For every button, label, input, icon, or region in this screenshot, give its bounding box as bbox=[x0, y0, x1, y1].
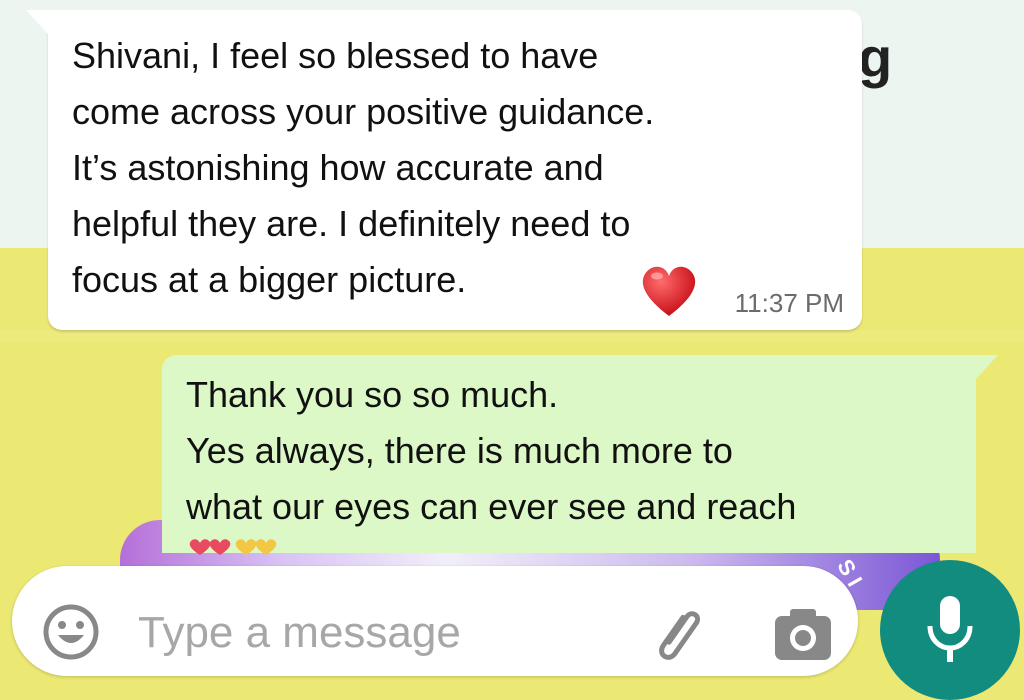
message-line: come across your positive guidance. bbox=[72, 91, 655, 132]
emoji-icon[interactable] bbox=[42, 603, 100, 661]
heart-emoji-icon bbox=[642, 266, 696, 316]
microphone-icon bbox=[927, 596, 973, 662]
incoming-message-text: Shivani, I feel so blessed to have come … bbox=[72, 28, 842, 308]
message-line: Shivani, I feel so blessed to have bbox=[72, 35, 599, 76]
outgoing-message-text: Thank you so so much. Yes always, there … bbox=[186, 367, 966, 535]
message-line: Thank you so so much. bbox=[186, 374, 559, 415]
hearts-emoji-icon bbox=[189, 539, 277, 555]
message-line: helpful they are. I definitely need to bbox=[72, 203, 631, 244]
message-composer bbox=[12, 566, 858, 676]
background-text: g bbox=[858, 26, 893, 89]
voice-record-button[interactable] bbox=[880, 560, 1020, 700]
message-line: Yes always, there is much more to bbox=[186, 430, 733, 471]
message-line: what our eyes can ever see and reach bbox=[186, 486, 797, 527]
chat-wallpaper-strip bbox=[0, 330, 1024, 342]
paperclip-icon[interactable] bbox=[646, 600, 716, 670]
message-line: It’s astonishing how accurate and bbox=[72, 147, 604, 188]
outgoing-message-bubble[interactable]: Thank you so so much. Yes always, there … bbox=[162, 355, 998, 555]
incoming-message-bubble[interactable]: Shivani, I feel so blessed to have come … bbox=[26, 10, 862, 330]
message-timestamp: 11:37 PM bbox=[734, 288, 844, 318]
message-line: focus at a bigger picture. bbox=[72, 259, 467, 300]
camera-icon[interactable] bbox=[772, 604, 834, 666]
message-input[interactable] bbox=[136, 600, 600, 666]
